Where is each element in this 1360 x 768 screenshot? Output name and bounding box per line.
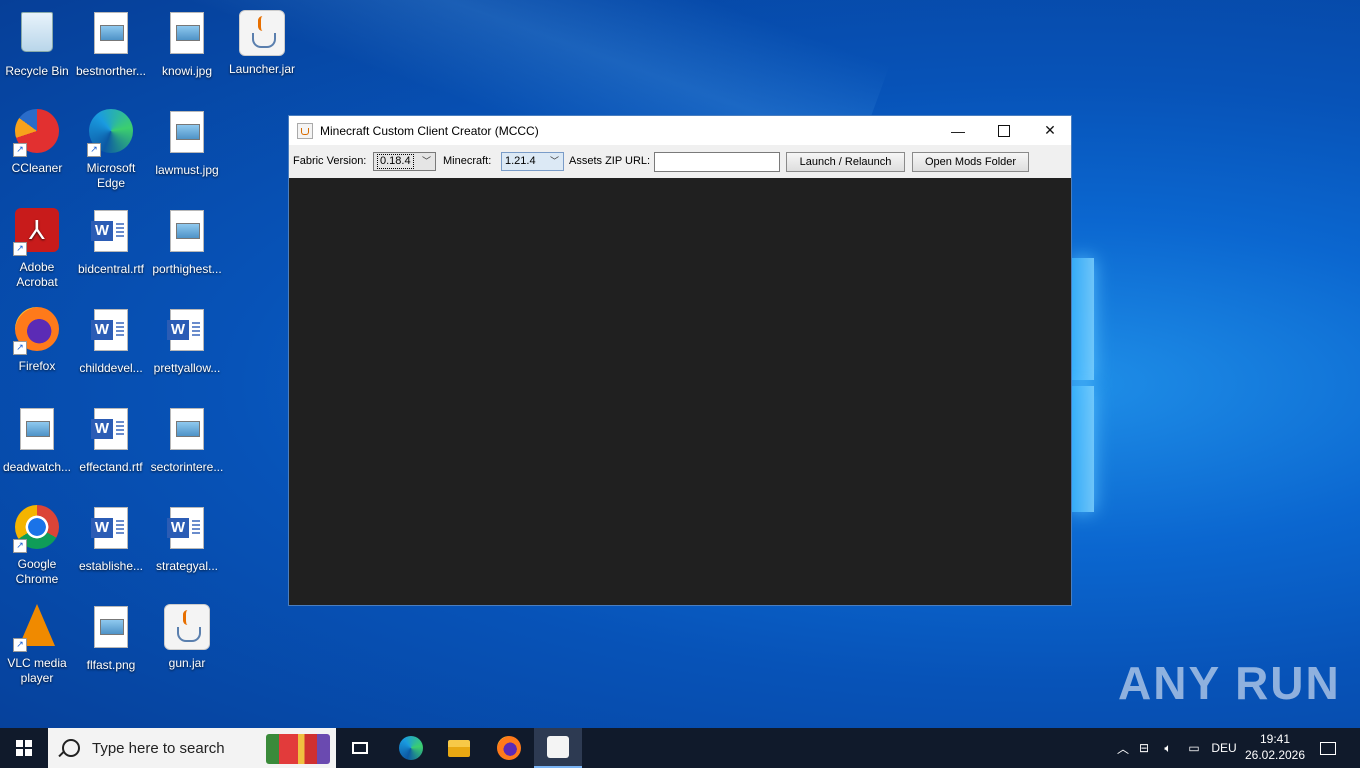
desktop-icon-gun-jar[interactable]: gun.jar	[150, 602, 224, 671]
ethernet-icon[interactable]: ▭	[1180, 741, 1208, 755]
window-title: Minecraft Custom Client Creator (MCCC)	[320, 123, 539, 138]
start-button[interactable]	[0, 728, 48, 768]
acrobat-icon: ⅄ ↗	[13, 208, 61, 256]
desktop-icon-establishe[interactable]: W establishe...	[74, 503, 148, 574]
minecraft-version-select[interactable]: 1.21.4 ﹀	[501, 152, 564, 171]
desktop-icon-bestnorther[interactable]: bestnorther...	[74, 8, 148, 79]
image-file-icon	[87, 606, 135, 654]
desktop-icon-strategyal[interactable]: W strategyal...	[150, 503, 224, 574]
desktop-icon-microsoft-edge[interactable]: ↗ Microsoft Edge	[74, 107, 148, 191]
assets-zip-url-input[interactable]	[654, 152, 780, 172]
window-toolbar: Fabric Version: 0.18.4 ﹀ Minecraft: 1.21…	[289, 145, 1071, 178]
chevron-down-icon: ﹀	[421, 156, 431, 166]
assets-zip-url-label: Assets ZIP URL:	[569, 155, 651, 167]
taskbar-edge[interactable]	[387, 728, 435, 768]
desktop-icon-sectorintere[interactable]: sectorintere...	[150, 404, 224, 475]
desktop-icon-prettyallow[interactable]: W prettyallow...	[150, 305, 224, 376]
search-placeholder: Type here to search	[92, 739, 225, 757]
java-app-icon	[297, 122, 313, 139]
close-button[interactable]: ✕	[1027, 116, 1073, 145]
open-mods-folder-button[interactable]: Open Mods Folder	[912, 152, 1029, 172]
desktop-icon-lawmust[interactable]: lawmust.jpg	[150, 107, 224, 178]
minimize-button[interactable]: —	[935, 116, 981, 145]
desktop-icon-firefox[interactable]: ↗ Firefox	[0, 305, 74, 374]
recycle-bin-icon	[13, 12, 61, 60]
desktop-icon-flfast[interactable]: flfast.png	[74, 602, 148, 673]
chrome-icon: ↗	[13, 505, 61, 553]
network-icon[interactable]: ⊟	[1132, 741, 1156, 755]
vlc-icon: ↗	[13, 604, 61, 652]
anyrun-watermark: ANY RUN	[1118, 657, 1341, 709]
java-jar-icon	[238, 10, 286, 58]
maximize-button[interactable]	[981, 116, 1027, 145]
desktop-icon-google-chrome[interactable]: ↗ Google Chrome	[0, 503, 74, 587]
desktop-icon-deadwatch[interactable]: deadwatch...	[0, 404, 74, 475]
clock-date: 26.02.2026	[1244, 748, 1306, 762]
taskbar-clock[interactable]: 19:41 26.02.2026	[1240, 731, 1310, 763]
desktop-icon-recycle-bin[interactable]: Recycle Bin	[0, 8, 74, 79]
java-jar-icon	[163, 604, 211, 652]
search-highlight-gift-icon	[266, 734, 330, 764]
notification-icon	[1320, 741, 1336, 755]
image-file-icon	[163, 12, 211, 60]
ccleaner-icon: ↗	[13, 109, 61, 157]
desktop-icon-adobe-acrobat[interactable]: ⅄ ↗ Adobe Acrobat	[0, 206, 74, 290]
desktop-icon-childdevel[interactable]: W childdevel...	[74, 305, 148, 376]
edge-icon	[399, 736, 423, 760]
desktop-icon-knowi[interactable]: knowi.jpg	[150, 8, 224, 79]
word-document-icon: W	[163, 507, 211, 555]
chevron-up-icon[interactable]: ︿	[1114, 740, 1132, 757]
image-file-icon	[163, 408, 211, 456]
taskbar-firefox[interactable]	[485, 728, 533, 768]
search-icon	[62, 739, 80, 757]
word-document-icon: W	[87, 210, 135, 258]
java-icon	[547, 736, 569, 758]
image-file-icon	[163, 111, 211, 159]
language-indicator[interactable]: DEU	[1208, 741, 1240, 755]
folder-icon	[448, 739, 470, 757]
desktop-icon-effectand[interactable]: W effectand.rtf	[74, 404, 148, 475]
desktop-icon-launcher-jar[interactable]: Launcher.jar	[225, 8, 299, 77]
desktop-icon-bidcentral[interactable]: W bidcentral.rtf	[74, 206, 148, 277]
maximize-icon	[998, 124, 1010, 137]
system-tray: ︿ ⊟ 🔈︎ ▭ DEU	[1114, 728, 1240, 768]
image-file-icon	[87, 12, 135, 60]
mccc-window: Minecraft Custom Client Creator (MCCC) —…	[288, 115, 1072, 606]
fabric-version-label: Fabric Version:	[293, 155, 367, 167]
image-file-icon	[13, 408, 61, 456]
fabric-version-select[interactable]: 0.18.4 ﹀	[373, 152, 436, 171]
minecraft-label: Minecraft:	[443, 155, 492, 167]
windows-logo-icon	[16, 740, 32, 756]
desktop-icon-vlc[interactable]: ↗ VLC media player	[0, 602, 74, 686]
clock-time: 19:41	[1259, 732, 1291, 746]
desktop-icon-ccleaner[interactable]: ↗ CCleaner	[0, 107, 74, 176]
task-view-icon	[352, 742, 368, 754]
taskbar-file-explorer[interactable]	[435, 728, 483, 768]
taskbar-java-app[interactable]	[534, 728, 582, 768]
edge-icon: ↗	[87, 109, 135, 157]
wallpaper-windows-logo	[1072, 258, 1094, 512]
firefox-icon	[497, 736, 521, 760]
chevron-down-icon: ﹀	[549, 156, 559, 166]
word-document-icon: W	[163, 309, 211, 357]
launch-relaunch-button[interactable]: Launch / Relaunch	[786, 152, 905, 172]
image-file-icon	[163, 210, 211, 258]
window-titlebar[interactable]: Minecraft Custom Client Creator (MCCC) —…	[289, 116, 1071, 145]
desktop-icon-porthighest[interactable]: porthighest...	[150, 206, 224, 277]
volume-icon[interactable]: 🔈︎	[1156, 741, 1180, 756]
firefox-icon: ↗	[13, 307, 61, 355]
game-render-area[interactable]	[289, 178, 1071, 605]
taskbar: Type here to search ︿ ⊟ 🔈︎ ▭ DEU 19:41 2…	[0, 728, 1360, 768]
notification-center-button[interactable]	[1304, 728, 1352, 768]
word-document-icon: W	[87, 309, 135, 357]
taskbar-search-box[interactable]: Type here to search	[48, 728, 336, 768]
word-document-icon: W	[87, 507, 135, 555]
word-document-icon: W	[87, 408, 135, 456]
task-view-button[interactable]	[336, 728, 384, 768]
